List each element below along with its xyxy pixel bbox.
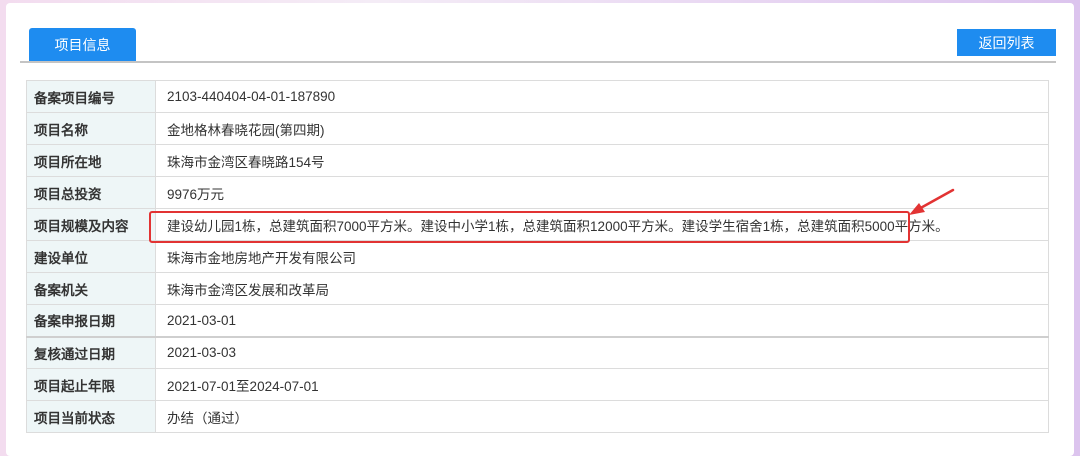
table-row: 备案机关 珠海市金湾区发展和改革局	[26, 272, 1049, 305]
row-value: 办结（通过）	[155, 400, 1049, 433]
row-value: 珠海市金湾区春晓路154号	[155, 144, 1049, 177]
tab-project-info[interactable]: 项目信息	[29, 28, 136, 62]
table-row: 项目总投资 9976万元	[26, 176, 1049, 209]
table-row: 备案项目编号 2103-440404-04-01-187890	[26, 80, 1049, 113]
row-value: 2103-440404-04-01-187890	[155, 80, 1049, 113]
row-value: 珠海市金地房地产开发有限公司	[155, 240, 1049, 273]
tab-divider	[20, 61, 1056, 63]
table-row: 复核通过日期 2021-03-03	[26, 335, 1049, 369]
row-value: 珠海市金湾区发展和改革局	[155, 272, 1049, 305]
row-value: 2021-07-01至2024-07-01	[155, 368, 1049, 401]
row-value: 2021-03-03	[155, 335, 1049, 369]
table-row: 项目所在地 珠海市金湾区春晓路154号	[26, 144, 1049, 177]
table-row: 项目当前状态 办结（通过）	[26, 400, 1049, 433]
project-info-table: 备案项目编号 2103-440404-04-01-187890 项目名称 金地格…	[26, 80, 1049, 433]
row-label: 备案机关	[26, 272, 156, 305]
row-label: 建设单位	[26, 240, 156, 273]
row-label: 项目起止年限	[26, 368, 156, 401]
table-row: 项目名称 金地格林春晓花园(第四期)	[26, 112, 1049, 145]
row-label: 项目名称	[26, 112, 156, 145]
table-row: 建设单位 珠海市金地房地产开发有限公司	[26, 240, 1049, 273]
row-label: 项目总投资	[26, 176, 156, 209]
row-label: 备案项目编号	[26, 80, 156, 113]
red-arrow-icon	[909, 188, 955, 215]
row-value: 2021-03-01	[155, 304, 1049, 337]
row-label: 项目所在地	[26, 144, 156, 177]
table-row: 备案申报日期 2021-03-01	[26, 304, 1049, 337]
row-label: 项目当前状态	[26, 400, 156, 433]
row-label: 备案申报日期	[26, 304, 156, 337]
row-label: 复核通过日期	[26, 335, 156, 369]
table-row: 项目起止年限 2021-07-01至2024-07-01	[26, 368, 1049, 401]
back-to-list-button[interactable]: 返回列表	[957, 29, 1056, 56]
table-row: 项目规模及内容 建设幼儿园1栋，总建筑面积7000平方米。建设中小学1栋，总建筑…	[26, 208, 1049, 241]
row-label: 项目规模及内容	[26, 208, 156, 241]
row-value: 金地格林春晓花园(第四期)	[155, 112, 1049, 145]
